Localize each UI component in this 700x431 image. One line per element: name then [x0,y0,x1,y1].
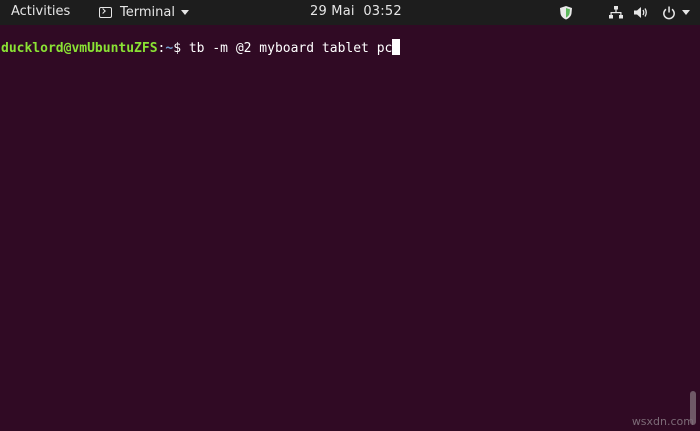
prompt-user-host: ducklord@vmUbuntuZFS [1,41,158,56]
network-icon[interactable] [609,6,623,19]
system-tray[interactable] [559,0,690,25]
prompt-symbol: $ [173,41,189,56]
top-bar: Activities Terminal 29 Mai 03:52 [0,0,700,25]
text-cursor [392,39,401,55]
chevron-down-icon [180,10,189,15]
activities-button[interactable]: Activities [11,4,70,19]
app-menu-terminal[interactable]: Terminal [99,3,189,22]
shield-icon[interactable] [559,5,573,20]
app-menu-label: Terminal [120,5,175,20]
terminal-icon [99,7,112,18]
power-icon[interactable] [662,6,676,20]
clock-date-time[interactable]: 29 Mai 03:52 [310,4,402,19]
command-line[interactable]: ducklord@vmUbuntuZFS:~$ tb -m @2 myboard… [1,39,401,57]
volume-icon[interactable] [633,6,648,19]
chevron-down-icon[interactable] [682,10,690,15]
terminal-window[interactable]: ducklord@vmUbuntuZFS:~$ tb -m @2 myboard… [0,25,700,431]
command-text: tb -m @2 myboard tablet pc [188,41,393,56]
watermark-text: wsxdn.com [631,415,694,428]
